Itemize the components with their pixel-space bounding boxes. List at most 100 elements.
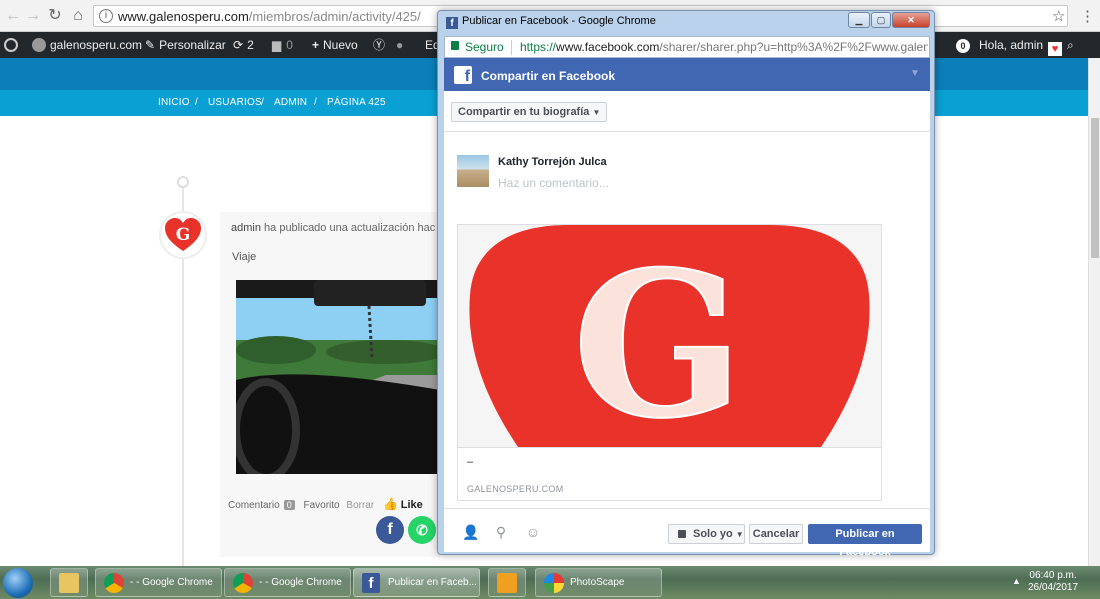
taskbar-item-label: Publicar en Faceb...	[388, 577, 477, 588]
adminbar-comments[interactable]: ▆ 0	[272, 32, 293, 58]
url-path: /miembros/admin/activity/425/	[248, 9, 421, 24]
popup-window-title: Publicar en Facebook - Google Chrome	[462, 15, 656, 27]
adminbar-new[interactable]: + Nuevo	[312, 32, 358, 58]
facebook-share-dialog: f Compartir en Facebook ▼ Compartir en t…	[444, 58, 930, 558]
page-scrollbar[interactable]	[1088, 58, 1100, 566]
comment-input[interactable]: Haz un comentario...	[498, 176, 609, 190]
avatar[interactable]: G	[159, 211, 207, 259]
divider	[444, 131, 930, 132]
adminbar-site[interactable]: galenosperu.com	[32, 32, 142, 58]
url-separator	[511, 40, 512, 55]
wordpress-logo-icon[interactable]	[4, 32, 22, 58]
close-window-button[interactable]: ✕	[892, 12, 930, 28]
whatsapp-share-icon[interactable]: ✆	[408, 516, 436, 544]
heart-logo-image: G	[469, 225, 870, 447]
emoji-icon[interactable]: ☺	[525, 524, 541, 540]
activity-tag: Viaje	[232, 251, 257, 263]
privacy-selector[interactable]: Solo yo ▼	[668, 524, 745, 544]
adminbar-customize[interactable]: ✎ Personalizar	[145, 32, 226, 58]
tag-people-icon[interactable]: 👤	[462, 524, 479, 540]
favorite-button[interactable]: Favorito	[304, 500, 340, 511]
taskbar-item-chrome-1[interactable]: - - Google Chrome	[95, 568, 222, 597]
taskbar-explorer[interactable]	[50, 568, 88, 597]
minimize-button[interactable]: ▁	[848, 12, 870, 28]
activity-text: ha publicado una actualización hac	[264, 222, 436, 234]
reload-icon[interactable]: ↻	[46, 7, 64, 25]
preview-description: –	[467, 456, 474, 468]
forward-icon[interactable]: →	[24, 7, 42, 25]
scrollbar-thumb[interactable]	[1091, 118, 1099, 258]
taskbar-item-chrome-2[interactable]: - - Google Chrome	[224, 568, 351, 597]
system-clock[interactable]: 06:40 p.m. 26/04/2017	[1028, 570, 1078, 594]
privacy-lock-icon	[678, 530, 686, 538]
caret-down-icon: ▼	[735, 530, 744, 539]
notifications[interactable]: 0	[956, 32, 970, 58]
adminbar-account[interactable]: Hola, admin ♥	[979, 32, 1063, 58]
lock-icon	[451, 41, 459, 50]
start-button[interactable]	[3, 568, 33, 598]
home-icon[interactable]: ⌂	[69, 7, 87, 25]
location-pin-icon[interactable]: ⚲	[493, 524, 509, 540]
plus-icon: +	[312, 38, 320, 52]
taskbar-item-photoscape[interactable]: PhotoScape	[535, 568, 662, 597]
delete-button[interactable]: Borrar	[346, 500, 374, 511]
menu-kebab-icon[interactable]: ⋮	[1080, 7, 1095, 25]
facebook-share-icon[interactable]: f	[376, 516, 404, 544]
facebook-logo-icon: f	[454, 66, 472, 84]
adminbar-updates[interactable]: ⟳ 2	[233, 32, 254, 58]
breadcrumb-users[interactable]: USUARIOS	[208, 97, 262, 108]
dashboard-icon	[32, 38, 46, 52]
breadcrumb-admin[interactable]: ADMIN	[274, 97, 307, 108]
search-icon[interactable]: ⌕	[1067, 32, 1074, 58]
taskbar-item-label: - - Google Chrome	[259, 577, 342, 588]
taskbar-item-facebook[interactable]: f Publicar en Faceb...	[353, 568, 480, 597]
cancel-button[interactable]: Cancelar	[749, 524, 803, 544]
status-dot-icon: ●	[396, 38, 404, 52]
back-icon[interactable]: ←	[4, 7, 22, 25]
greeting-label: Hola, admin	[979, 38, 1044, 52]
secure-label: Seguro	[465, 40, 504, 54]
comments-count: 0	[286, 38, 293, 52]
heart-logo-icon: G	[165, 218, 201, 251]
comment-button[interactable]: Comentario	[228, 500, 280, 511]
svg-text:G: G	[176, 225, 191, 245]
tray-expand-icon[interactable]: ▲	[1012, 576, 1021, 586]
clock-date: 26/04/2017	[1028, 582, 1079, 593]
address-url: www.galenosperu.com/miembros/admin/activ…	[118, 9, 421, 24]
adminbar-new-label: Nuevo	[323, 38, 358, 52]
like-button[interactable]: Like	[401, 499, 423, 511]
preview-caption: – GALENOSPERU.COM	[458, 447, 881, 494]
updates-icon: ⟳	[233, 38, 244, 52]
notification-count: 0	[956, 39, 970, 53]
breadcrumb-sep: /	[261, 97, 264, 108]
bookmark-star-icon[interactable]: ☆	[1052, 7, 1065, 25]
maximize-button[interactable]: ▢	[871, 12, 891, 28]
thumbs-up-icon: 👍	[382, 497, 398, 511]
breadcrumb-sep: /	[314, 97, 317, 108]
divider	[444, 508, 930, 509]
popup-url-scheme: https://	[520, 40, 557, 54]
share-target-label: Compartir en tu biografía	[458, 106, 590, 118]
folder-icon	[59, 573, 79, 593]
share-target-dropdown[interactable]: Compartir en tu biografía ▼	[451, 102, 608, 122]
taskbar-item-label: PhotoScape	[570, 577, 625, 588]
info-icon[interactable]: i	[99, 9, 113, 23]
preview-domain: GALENOSPERU.COM	[467, 484, 564, 494]
activity-photo[interactable]	[236, 280, 440, 474]
breadcrumb-home[interactable]: INICIO	[158, 97, 190, 108]
clock-time: 06:40 p.m.	[1029, 570, 1077, 581]
popup-address-bar[interactable]: Seguro https://www.facebook.com/sharer/s…	[444, 36, 930, 58]
taskbar-item-media[interactable]	[488, 568, 526, 597]
account-avatar-icon: ♥	[1048, 42, 1063, 56]
car-windshield-photo	[236, 280, 440, 474]
windows-taskbar: - - Google Chrome - - Google Chrome f Pub…	[0, 566, 1100, 599]
publish-button[interactable]: Publicar en Facebook	[808, 524, 922, 558]
link-preview[interactable]: G – GALENOSPERU.COM	[457, 224, 882, 501]
activity-user-link[interactable]: admin	[231, 222, 261, 234]
chrome-icon	[233, 573, 253, 593]
preview-image: G	[458, 225, 881, 447]
chevron-down-icon[interactable]: ▼	[910, 68, 920, 79]
svg-text:G: G	[573, 228, 744, 447]
facebook-share-popup: f Publicar en Facebook - Google Chrome ▁ …	[437, 10, 935, 558]
yoast-icon[interactable]: Ⓨ	[373, 32, 385, 58]
